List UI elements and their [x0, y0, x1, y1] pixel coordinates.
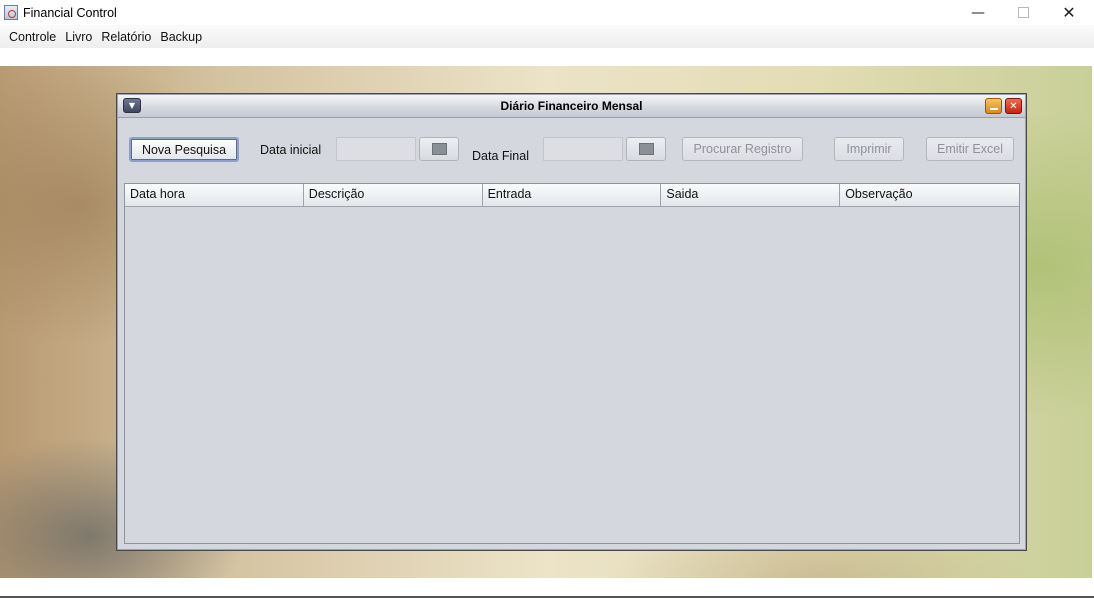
calendar-icon	[638, 143, 654, 155]
menu-controle[interactable]: Controle	[5, 30, 60, 44]
window-minimize-button[interactable]: —	[955, 0, 1001, 25]
java-cup-icon	[4, 5, 18, 20]
start-date-calendar-button[interactable]	[419, 137, 459, 161]
menu-relatorio[interactable]: Relatório	[97, 30, 155, 44]
export-excel-button[interactable]: Emitir Excel	[926, 137, 1014, 161]
desktop-top-gap	[0, 48, 1094, 66]
window-title-bar: Financial Control — ✕	[0, 0, 1094, 25]
menu-livro[interactable]: Livro	[61, 30, 96, 44]
table-body[interactable]	[125, 206, 1019, 543]
minimize-icon	[989, 108, 998, 110]
menu-bar: Controle Livro Relatório Backup	[0, 25, 1094, 49]
start-date-label: Data inicial	[260, 143, 322, 157]
window-close-button[interactable]: ✕	[1046, 0, 1092, 25]
minimize-icon: —	[971, 4, 985, 21]
frame-title: Diário Financeiro Mensal	[500, 99, 643, 113]
records-table[interactable]: Data hora Descrição Entrada Saida Observ…	[124, 183, 1020, 544]
column-header-expense[interactable]: Saida	[661, 184, 841, 206]
start-date-field[interactable]	[336, 137, 416, 161]
close-icon: ✕	[1009, 100, 1018, 112]
maximize-icon	[1017, 7, 1029, 18]
frame-minimize-button[interactable]	[985, 98, 1002, 114]
end-date-field[interactable]	[543, 137, 623, 161]
window-title: Financial Control	[23, 5, 117, 20]
column-header-observation[interactable]: Observação	[840, 184, 1019, 206]
frame-close-button[interactable]: ✕	[1005, 98, 1022, 114]
menu-backup[interactable]: Backup	[156, 30, 206, 44]
end-date-label: Data Final	[472, 149, 529, 163]
new-search-button[interactable]: Nova Pesquisa	[129, 137, 239, 162]
column-header-datetime[interactable]: Data hora	[125, 184, 304, 206]
print-button[interactable]: Imprimir	[834, 137, 904, 161]
frame-title-bar[interactable]: ▼ Diário Financeiro Mensal ✕	[118, 95, 1025, 118]
close-icon: ✕	[1062, 3, 1076, 22]
column-header-income[interactable]: Entrada	[483, 184, 662, 206]
window-maximize-button[interactable]	[1000, 0, 1046, 25]
calendar-icon	[431, 143, 447, 155]
column-header-description[interactable]: Descrição	[304, 184, 483, 206]
end-date-calendar-button[interactable]	[626, 137, 666, 161]
table-header: Data hora Descrição Entrada Saida Observ…	[125, 184, 1019, 207]
monthly-journal-frame: ▼ Diário Financeiro Mensal ✕ Nova Pesqui…	[116, 93, 1027, 551]
desktop-bottom-strip	[0, 578, 1094, 598]
search-record-button[interactable]: Procurar Registro	[682, 137, 803, 161]
